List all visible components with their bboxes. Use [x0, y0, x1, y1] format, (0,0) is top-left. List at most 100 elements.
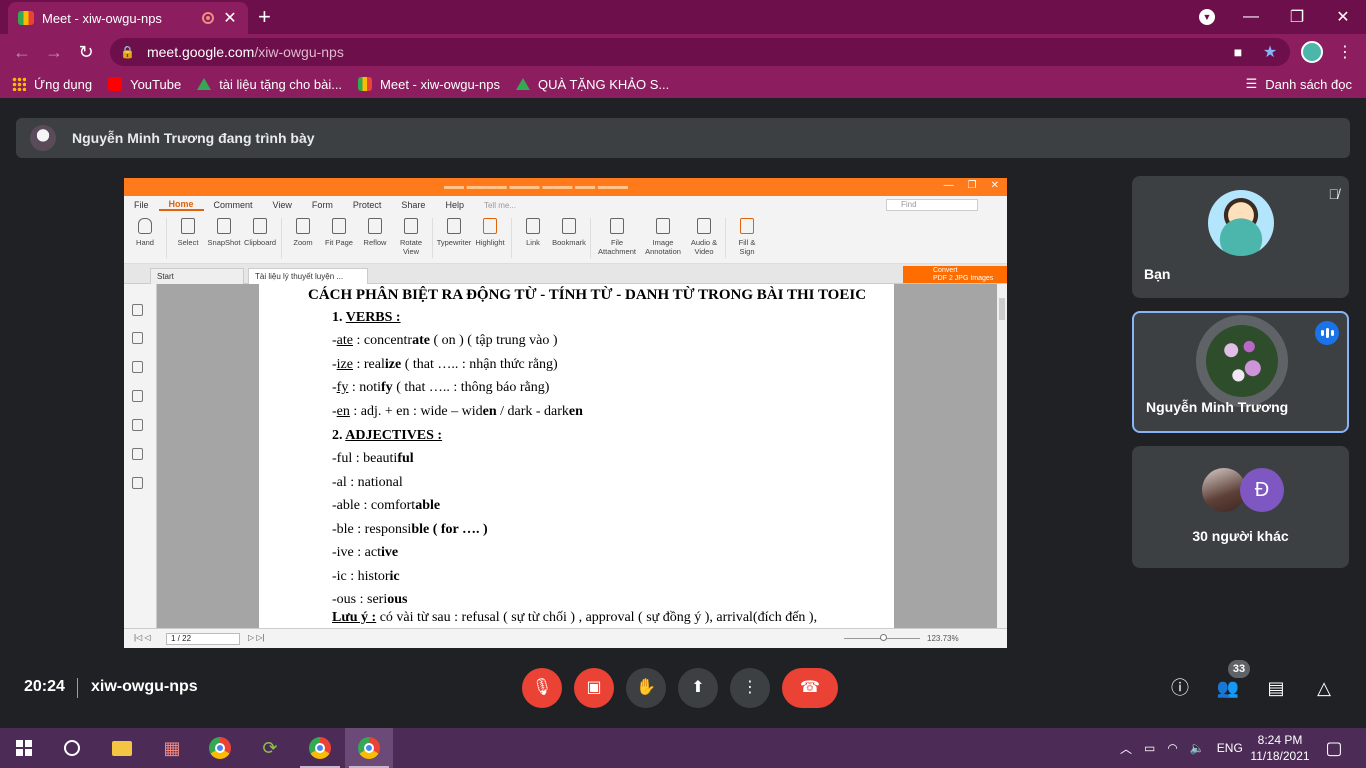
camera-toggle-button[interactable]: ▣: [574, 668, 614, 708]
zoom-icon: [296, 218, 310, 234]
tab-title: Meet - xiw-owgu-nps: [42, 10, 162, 26]
clock-date: 11/18/2021: [1250, 749, 1310, 763]
taskbar-chrome-profile[interactable]: [296, 728, 344, 768]
bookmark-star-icon[interactable]: ★: [1260, 42, 1280, 62]
participant-tile-you[interactable]: 🎙̸ Bạn: [1132, 176, 1349, 298]
browser-toolbar: ← → ↻ 🔒 meet.google.com/xiw-owgu-nps ■ ★…: [0, 34, 1366, 70]
pdf-window-controls: — ❐ ✕: [944, 180, 999, 191]
pdf-page: CÁCH PHÂN BIỆT RA ĐỘNG TỪ - TÍNH TỪ - DA…: [259, 284, 894, 628]
taskbar-app-green[interactable]: ⟳: [246, 728, 294, 768]
chrome-icon: [309, 737, 331, 759]
more-options-button[interactable]: ⋮: [730, 668, 770, 708]
volume-icon[interactable]: 🔈: [1190, 741, 1205, 755]
participant-name: Bạn: [1144, 266, 1171, 282]
clock-time: 8:24 PM: [1257, 733, 1303, 747]
taskbar-search-button[interactable]: [48, 728, 96, 768]
present-screen-icon: ⬆: [691, 679, 705, 696]
more-vert-icon: ⋮: [742, 679, 758, 696]
ribbon-snapshot: SnapShot: [208, 218, 240, 247]
lock-icon[interactable]: 🔒: [120, 45, 135, 59]
activities-icon: △: [1317, 678, 1331, 698]
reading-list-button[interactable]: ☰ Danh sách đọc: [1246, 70, 1352, 98]
doc-section-verbs: 1. VERBS :: [332, 310, 401, 325]
address-bar[interactable]: 🔒 meet.google.com/xiw-owgu-nps ■ ★: [110, 38, 1290, 66]
bookmark-drive-docs[interactable]: tài liệu tặng cho bài...: [197, 77, 342, 92]
reload-icon[interactable]: ↻: [70, 42, 102, 63]
restore-icon[interactable]: ❐: [1274, 7, 1320, 27]
tab-search-icon[interactable]: ▼: [1199, 9, 1215, 25]
battery-icon[interactable]: ▭: [1144, 741, 1155, 755]
bookmark-apps[interactable]: Ứng dụng: [12, 77, 92, 92]
start-button[interactable]: [0, 728, 48, 768]
reflow-icon: [368, 218, 382, 234]
pdf-menu-comment: Comment: [213, 200, 253, 210]
rotate-icon: [404, 218, 418, 234]
profile-avatar[interactable]: [1301, 41, 1323, 63]
bookmark-meet[interactable]: Meet - xiw-owgu-nps: [358, 77, 500, 92]
mic-toggle-button[interactable]: 🎙: [522, 668, 562, 708]
apps-grid-icon: [12, 77, 26, 91]
attachment-panel-icon: [132, 419, 143, 431]
language-indicator[interactable]: ENG: [1217, 741, 1243, 755]
clipboard-icon: [253, 218, 267, 234]
tray-overflow-icon[interactable]: ︿: [1120, 740, 1132, 757]
new-tab-button[interactable]: +: [258, 4, 271, 30]
present-button[interactable]: ⬆: [678, 668, 718, 708]
chrome-icon: [358, 737, 380, 759]
bookmark-youtube[interactable]: YouTube: [108, 77, 181, 92]
pdf-menu-bar: File Home Comment View Form Protect Shar…: [124, 196, 1007, 214]
activities-button[interactable]: △: [1312, 676, 1336, 700]
taskbar-chrome-active[interactable]: [345, 728, 393, 768]
taskbar-clock[interactable]: 8:24 PM 11/18/2021: [1245, 732, 1315, 764]
presenter-avatar: [30, 125, 56, 151]
participant-tile-others[interactable]: Đ 30 người khác: [1132, 446, 1349, 568]
pdf-minimize-icon: —: [943, 180, 954, 191]
taskbar-app[interactable]: ▦: [148, 728, 196, 768]
pdf-menu-home: Home: [158, 199, 204, 211]
chat-icon: ▤: [1267, 678, 1285, 698]
audio-video-icon: [697, 218, 711, 234]
ribbon-file-attachment: File Attachment: [597, 218, 637, 256]
participant-tile-presenter[interactable]: Nguyễn Minh Trương: [1132, 311, 1349, 433]
meet-icon: [358, 77, 373, 91]
presenting-banner: Nguyễn Minh Trương đang trình bày: [16, 118, 1350, 158]
wifi-icon[interactable]: ◠: [1167, 741, 1177, 755]
forward-icon[interactable]: →: [38, 42, 70, 63]
page-indicator: 1 / 22: [166, 633, 240, 645]
first-page-icon: |◁ ◁: [134, 633, 151, 642]
pdf-menu-form: Form: [311, 200, 333, 210]
ribbon-fill-sign: Fill & Sign: [732, 218, 762, 256]
convert-pdf-badge: Convert PDF 2 JPG Images: [903, 266, 1007, 283]
close-window-icon[interactable]: ✕: [1320, 7, 1366, 27]
doc-line: -able : comfortable: [332, 498, 441, 513]
fit-page-icon: [332, 218, 346, 234]
raise-hand-button[interactable]: ✋: [626, 668, 666, 708]
back-icon[interactable]: ←: [6, 42, 38, 63]
pages-panel-icon: [132, 332, 143, 344]
doc-line: -fy : notify ( that ….. : thông báo rằng…: [332, 380, 550, 395]
pdf-menu-protect: Protect: [352, 200, 382, 210]
leave-call-button[interactable]: ☎: [782, 668, 838, 708]
bookmark-panel-icon: [132, 304, 143, 316]
camera-off-icon: ▣: [586, 679, 602, 696]
chrome-menu-icon[interactable]: ⋮: [1337, 42, 1353, 62]
taskbar-file-explorer[interactable]: [98, 728, 146, 768]
browser-tab-meet[interactable]: Meet - xiw-owgu-nps ✕: [8, 2, 248, 34]
pdf-restore-icon: ❐: [967, 180, 977, 191]
browser-titlebar: Meet - xiw-owgu-nps ✕ + ▼ — ❐ ✕: [0, 0, 1366, 34]
minimize-icon[interactable]: —: [1228, 8, 1274, 26]
chat-button[interactable]: ▤: [1264, 676, 1288, 700]
meeting-details-button[interactable]: ⓘ: [1168, 676, 1192, 700]
bookmark-survey[interactable]: QUÀ TẶNG KHẢO S...: [515, 77, 669, 92]
notifications-button[interactable]: ▢: [1310, 728, 1358, 768]
doc-line: -ble : responsible ( for …. ): [332, 522, 488, 537]
taskbar-chrome[interactable]: [196, 728, 244, 768]
app-icon: ⟳: [262, 737, 278, 758]
tab-close-icon[interactable]: ✕: [222, 8, 238, 28]
pdf-menu-file: File: [134, 200, 149, 210]
pdf-app-title-text: ▬▬ ▬▬▬▬ ▬▬▬ ▬▬▬ ▬▬ ▬▬▬: [444, 181, 628, 192]
doc-line: -ful : beautiful: [332, 451, 414, 466]
bookmarks-bar: Ứng dụng YouTube tài liệu tặng cho bài..…: [0, 70, 1366, 98]
people-button[interactable]: 👥: [1216, 676, 1240, 700]
camera-permission-icon[interactable]: ■: [1228, 44, 1248, 60]
